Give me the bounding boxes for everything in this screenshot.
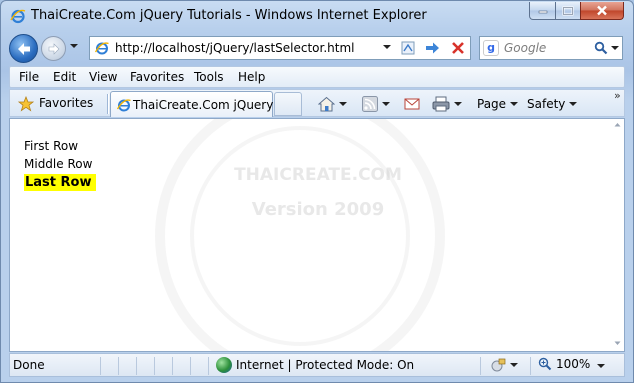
stop-icon (452, 42, 464, 54)
status-divider (208, 357, 209, 375)
home-button[interactable] (318, 94, 347, 114)
status-divider (480, 357, 481, 375)
search-options-dropdown[interactable] (610, 46, 619, 50)
menu-bar: File Edit View Favorites Tools Help (9, 66, 625, 88)
menu-file[interactable]: File (19, 70, 39, 84)
new-tab-button[interactable] (274, 92, 302, 116)
lock-globe-icon (491, 358, 506, 372)
status-divider (100, 357, 101, 375)
close-button[interactable] (580, 2, 624, 20)
back-arrow-icon (17, 42, 30, 55)
security-zone[interactable]: Internet | Protected Mode: On (216, 357, 414, 373)
address-dropdown[interactable] (383, 45, 391, 49)
watermark-brand: THAICREATE.COM (234, 165, 402, 185)
safety-menu-button[interactable]: Safety (527, 94, 578, 114)
first-row-text: First Row (24, 139, 79, 153)
address-input[interactable]: http://localhost/jQuery/lastSelector.htm… (115, 41, 355, 55)
feeds-button[interactable] (362, 94, 390, 114)
protected-mode-dropdown[interactable] (510, 363, 518, 367)
watermark-version: Version 2009 (251, 199, 385, 220)
title-bar[interactable]: ThaiCreate.Com jQuery Tutorials - Window… (1, 1, 633, 31)
recent-pages-dropdown[interactable] (70, 44, 78, 48)
status-divider (154, 357, 155, 375)
feeds-dropdown[interactable] (382, 102, 390, 106)
zoom-level: 100% (556, 357, 591, 371)
maximize-icon (562, 6, 574, 15)
zoom-dropdown[interactable] (597, 364, 605, 368)
safety-menu-label: Safety (527, 97, 566, 111)
navigation-bar: http://localhost/jQuery/lastSelector.htm… (1, 31, 633, 64)
stop-button[interactable] (448, 39, 468, 57)
browser-window: ThaiCreate.Com jQuery Tutorials - Window… (0, 0, 634, 383)
search-button[interactable] (592, 40, 620, 56)
zoom-control[interactable]: 100% (538, 357, 590, 371)
page-menu-dropdown-icon (510, 102, 519, 106)
page-menu-button[interactable]: Page (477, 94, 519, 114)
status-divider (172, 357, 173, 375)
read-mail-button[interactable] (404, 94, 420, 114)
back-button[interactable] (9, 34, 38, 63)
page-content: THAICREATE.COM Version 2009 First Row Mi… (9, 118, 625, 352)
print-button[interactable] (432, 94, 462, 114)
zoom-icon (538, 357, 552, 371)
middle-row-text: Middle Row (24, 157, 93, 171)
maximize-button[interactable] (555, 2, 581, 20)
watermark-seal (155, 119, 445, 351)
minimize-icon (538, 10, 547, 13)
status-divider (118, 357, 119, 375)
favorites-button[interactable]: Favorites (39, 96, 93, 110)
tab-title: ThaiCreate.Com jQuery ... (133, 98, 289, 112)
search-icon (594, 41, 607, 55)
status-text: Done (13, 358, 45, 372)
scroll-down-arrow-icon[interactable] (614, 341, 621, 346)
mail-icon (404, 98, 420, 110)
rss-feed-icon (362, 96, 378, 112)
safety-menu-dropdown-icon (569, 102, 578, 106)
scroll-up-arrow-icon[interactable] (614, 122, 621, 127)
address-bar[interactable]: http://localhost/jQuery/lastSelector.htm… (89, 36, 471, 60)
status-bar: Done Internet | Protected Mode: On 100% (9, 353, 625, 377)
search-box[interactable]: g Google (479, 36, 623, 60)
tab-page-icon (116, 99, 131, 112)
minimize-button[interactable] (529, 2, 556, 20)
menu-help[interactable]: Help (238, 70, 265, 84)
toolbar-overflow-chevron-icon[interactable]: » (614, 89, 621, 102)
last-row-text-highlighted: Last Row (24, 174, 96, 191)
favorites-bar: Favorites ThaiCreate.Com jQuery ... Page… (9, 89, 625, 117)
close-icon (597, 5, 607, 16)
home-icon (318, 96, 335, 112)
status-divider (136, 357, 137, 375)
forward-arrow-icon (48, 42, 59, 55)
menu-view[interactable]: View (89, 70, 117, 84)
print-dropdown[interactable] (454, 102, 462, 106)
window-title: ThaiCreate.Com jQuery Tutorials - Window… (31, 8, 427, 23)
forward-button[interactable] (41, 36, 66, 61)
security-zone-label: Internet | Protected Mode: On (236, 358, 415, 372)
watermark-inner-ring (190, 126, 410, 346)
menu-edit[interactable]: Edit (53, 70, 76, 84)
toolbar-separator (107, 94, 109, 114)
search-input[interactable]: Google (504, 41, 546, 55)
go-button[interactable] (422, 39, 442, 57)
go-arrow-icon (426, 42, 439, 54)
compatibility-view-button[interactable] (398, 39, 418, 57)
menu-favorites[interactable]: Favorites (130, 70, 184, 84)
home-dropdown[interactable] (339, 102, 347, 106)
printer-icon (432, 96, 450, 112)
protected-mode-button[interactable] (490, 357, 518, 373)
favorites-star-icon (18, 96, 34, 112)
ie-icon (10, 9, 26, 24)
internet-globe-icon (216, 357, 232, 373)
status-divider (190, 357, 191, 375)
status-divider (530, 357, 531, 375)
page-menu-label: Page (477, 97, 507, 111)
page-icon (94, 42, 109, 55)
menu-tools[interactable]: Tools (194, 70, 224, 84)
compatibility-icon (401, 41, 415, 55)
google-icon: g (483, 40, 499, 56)
tab-active[interactable]: ThaiCreate.Com jQuery ... (110, 91, 289, 117)
